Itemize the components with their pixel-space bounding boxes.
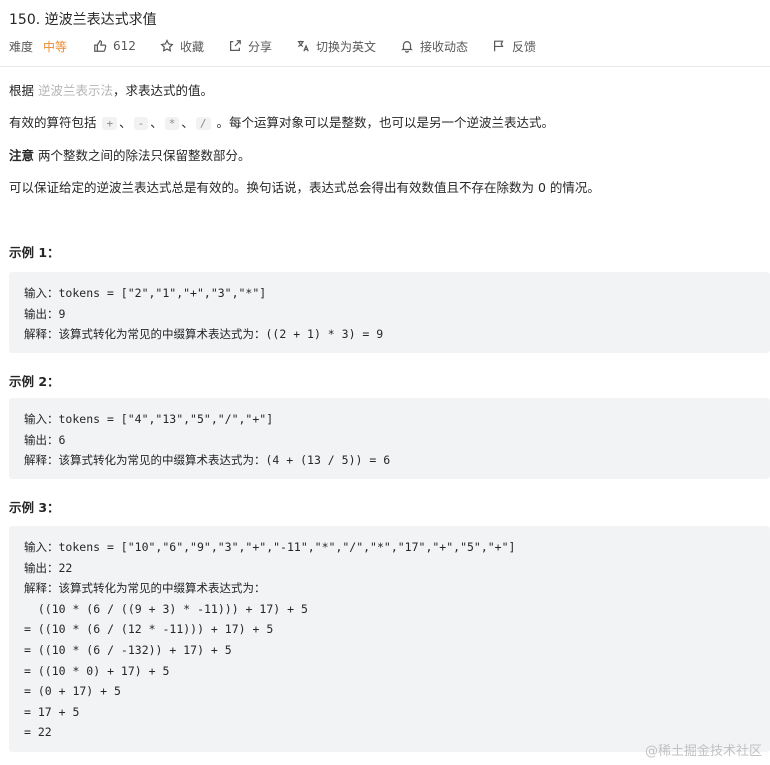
operator-divide: / [195,117,211,130]
example-1-code-block: 输入：tokens = ["2","1","+","3","*"] 输出：9 解… [9,272,770,353]
example-2-output: 输出：6 [24,432,66,447]
example-3-code-block: 输入：tokens = ["10","6","9","3","+","-11",… [9,526,770,752]
translate-icon [297,40,309,52]
difficulty-badge: 中等 [43,39,68,54]
example-3-output: 输出：22 [24,560,73,575]
example-3-heading: 示例 3： [9,500,60,515]
example-3-explanation: 解释：该算式转化为常见的中缀算术表达式为： [24,581,266,596]
share-icon [229,40,241,51]
share-button[interactable]: 分享 [228,38,272,55]
example-1-input: 输入：tokens = ["2","1","+","3","*"] [24,286,267,300]
example-3-step: = ((10 * (6 / -132)) + 17) + 5 [24,642,232,657]
operator-plus: + [102,117,118,130]
like-button[interactable]: 612 [93,39,136,53]
feedback-label: 反馈 [512,39,537,54]
star-icon [160,39,174,52]
example-2-input: 输入：tokens = ["4","13","5","/","+"] [24,412,274,426]
bell-icon [401,41,413,53]
feedback-button[interactable]: 反馈 [492,38,536,55]
example-1-heading: 示例 1： [9,245,60,260]
subscribe-button[interactable]: 接收动态 [400,38,468,55]
thumbs-up-icon [94,40,107,52]
example-3-step: ((10 * (6 / ((9 + 3) * -11))) + 17) + 5 [24,601,308,616]
subscribe-label: 接收动态 [419,39,468,54]
example-3-step: = (0 + 17) + 5 [24,684,121,699]
favorite-label: 收藏 [179,39,204,54]
example-3-step: = ((10 * (6 / (12 * -11))) + 17) + 5 [24,622,274,637]
description-note: 注意 两个整数之间的除法只保留整数部分。 [9,148,251,163]
note-label: 注意 [9,148,35,163]
example-1-output: 输出：9 [24,306,66,321]
flag-icon [494,40,504,52]
operator-minus: - [133,117,149,130]
description-paragraph-1: 根据 逆波兰表示法，求表达式的值。 [9,83,214,98]
switch-language-label: 切换为英文 [315,39,376,54]
rpn-link[interactable]: 逆波兰表示法 [38,83,113,98]
difficulty-label: 难度 [9,39,34,54]
like-count: 612 [113,39,136,53]
header-divider [0,66,770,67]
description-paragraph-2: 有效的算符包括 +、 -、 *、 / 。每个运算对象可以是整数，也可以是另一个逆波兰表… [9,115,555,130]
watermark: @稀土掘金技术社区 [644,744,762,759]
example-3-step: = 17 + 5 [24,704,80,719]
problem-meta-bar: 难度 中等 612 收藏 分享 切换为英文 接收动态 反馈 [9,37,560,55]
example-2-code-block: 输入：tokens = ["4","13","5","/","+"] 输出：6 … [9,398,770,479]
switch-language-button[interactable]: 切换为英文 [296,38,376,55]
favorite-button[interactable]: 收藏 [160,38,204,55]
share-label: 分享 [247,39,272,54]
example-2-heading: 示例 2： [9,374,60,389]
example-1-explanation: 解释：该算式转化为常见的中缀算术表达式为：((2 + 1) * 3) = 9 [24,327,384,342]
example-3-input: 输入：tokens = ["10","6","9","3","+","-11",… [24,540,516,554]
example-2-explanation: 解释：该算式转化为常见的中缀算术表达式为：(4 + (13 / 5)) = 6 [24,453,391,468]
operator-multiply: * [164,117,180,130]
example-3-step: = ((10 * 0) + 17) + 5 [24,663,170,678]
description-paragraph-4: 可以保证给定的逆波兰表达式总是有效的。换句话说，表达式总会得出有效数值且不存在除… [9,180,600,195]
problem-title: 150. 逆波兰表达式求值 [9,12,157,28]
